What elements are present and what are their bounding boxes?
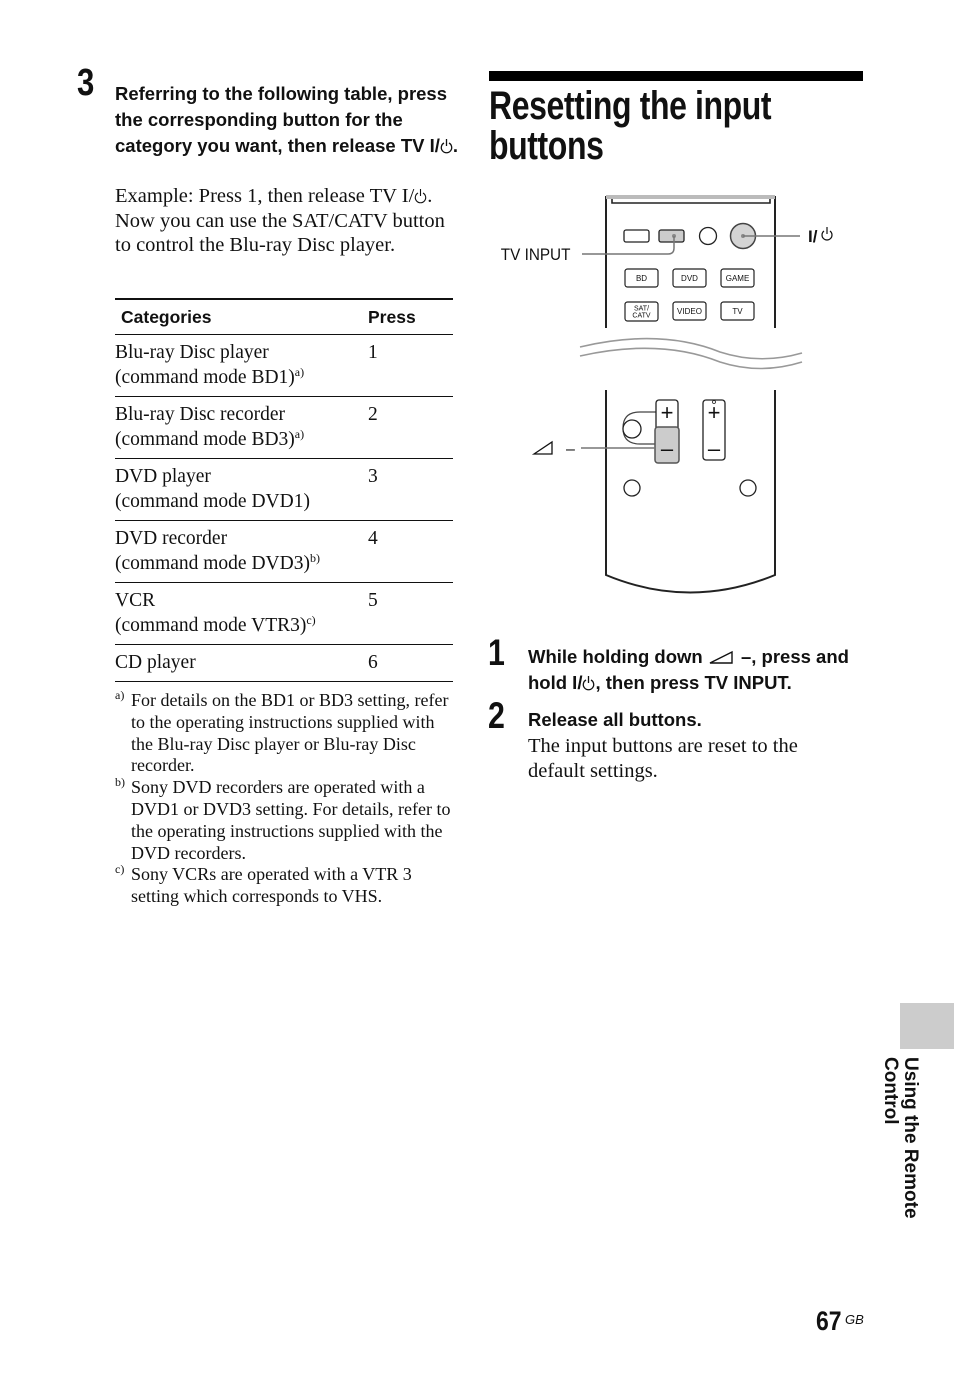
- minus-label: –: [661, 436, 674, 461]
- button-label: SAT/: [634, 306, 649, 313]
- footnote-mark: c): [115, 862, 125, 877]
- footnote: b) Sony DVD recorders are operated with a…: [115, 775, 455, 864]
- table-row: DVD recorder (command mode DVD3)b) 4: [115, 520, 453, 583]
- volume-icon: [531, 440, 553, 455]
- standby-icon: [821, 227, 833, 241]
- step-heading: Referring to the following table, press …: [115, 81, 460, 158]
- bd-button: BD: [624, 268, 659, 288]
- category-cell: DVD recorder (command mode DVD3)b): [115, 520, 368, 583]
- step-body: The input buttons are reset to the defau…: [528, 735, 798, 782]
- header-press: Press: [368, 298, 453, 335]
- volume-callout: –: [566, 441, 575, 458]
- button-label: DVD: [681, 274, 698, 283]
- category-name: Blu-ray Disc recorder: [115, 404, 286, 425]
- table-header-row: Categories Press: [115, 298, 453, 335]
- step-heading: Release all buttons.: [528, 709, 702, 730]
- press-cell: 1: [368, 334, 453, 397]
- minus-label: –: [708, 436, 721, 461]
- table-row: VCR (command mode VTR3)c) 5: [115, 582, 453, 645]
- footnote-text: Sony VCRs are operated with a VTR 3 sett…: [131, 864, 412, 907]
- plus-label: +: [708, 400, 721, 425]
- category-cell: VCR (command mode VTR3)c): [115, 582, 368, 645]
- footnote-ref: a): [294, 427, 305, 441]
- power-callout: I/: [808, 227, 818, 246]
- step-heading: While holding down –, press and hold I/,…: [528, 644, 873, 696]
- button-label: BD: [636, 274, 647, 283]
- footnote-mark: a): [115, 688, 125, 702]
- page-number: 67: [816, 1306, 842, 1336]
- video-button: VIDEO: [672, 301, 707, 321]
- press-cell: 6: [368, 644, 453, 682]
- footnote-ref: b): [309, 551, 320, 565]
- step-number: 2: [488, 695, 505, 736]
- remote-illustration: BD DVD GAME SAT/CATV VIDEO TV TV INPUT I/ + …: [501, 195, 833, 594]
- tv-button: TV: [720, 301, 755, 321]
- table-row: DVD player (command mode DVD1) 3: [115, 458, 453, 521]
- press-cell: 3: [368, 458, 453, 521]
- step-heading-end: .: [452, 134, 459, 156]
- remote-bottom: + – + –: [581, 390, 776, 594]
- category-name: DVD player: [115, 466, 211, 487]
- button-label: VIDEO: [677, 307, 702, 316]
- plus-label: +: [661, 400, 674, 425]
- button-label: CATV: [632, 313, 650, 320]
- step-number: 1: [488, 632, 505, 673]
- step-heading-text: While holding down: [528, 646, 708, 667]
- press-cell: 2: [368, 396, 453, 459]
- game-button: GAME: [720, 268, 755, 288]
- step-number: 3: [77, 62, 95, 104]
- category-cell: Blu-ray Disc recorder (command mode BD3)a…: [115, 396, 368, 459]
- press-cell: 4: [368, 520, 453, 583]
- standby-icon: [415, 189, 427, 204]
- standby-icon: [440, 138, 453, 153]
- footnote-ref: c): [306, 613, 316, 627]
- tv-input-callout: TV INPUT: [501, 245, 571, 264]
- tv-input-button: [658, 229, 685, 243]
- table-row: Blu-ray Disc player (command mode BD1)a) 1: [115, 334, 453, 397]
- section-tab-label: Using the Remote Control: [880, 1057, 921, 1219]
- button-label: GAME: [726, 274, 750, 283]
- break-wave: [579, 337, 803, 370]
- categories-table: Categories Press Blu-ray Disc player (com…: [115, 298, 453, 682]
- footnote-text: For details on the BD1 or BD3 setting, r…: [131, 690, 449, 776]
- button-label: TV: [732, 307, 743, 316]
- category-name: CD player: [115, 652, 196, 673]
- footnote-ref: a): [294, 365, 305, 379]
- standby-icon: [583, 676, 595, 691]
- step-body: Example: Press 1, then release TV I/. No…: [115, 184, 460, 258]
- footnote: c) Sony VCRs are operated with a VTR 3 se…: [115, 862, 455, 908]
- command-mode: (command mode BD1): [115, 367, 295, 388]
- sat-catv-button: SAT/CATV: [624, 301, 659, 322]
- round-button: [698, 226, 718, 246]
- table-row: CD player 6: [115, 644, 453, 682]
- section-tab: [900, 1003, 954, 1049]
- dvd-button: DVD: [672, 268, 707, 288]
- page-number-suffix: GB: [845, 1312, 864, 1327]
- footnote-mark: b): [115, 775, 125, 790]
- command-mode: (command mode BD3): [115, 429, 295, 450]
- remote-top: BD DVD GAME SAT/CATV VIDEO TV: [582, 195, 800, 328]
- footnote: a) For details on the BD1 or BD3 setting,…: [115, 688, 455, 777]
- category-cell: Blu-ray Disc player (command mode BD1)a): [115, 334, 368, 397]
- step-heading-text: , then press TV INPUT.: [595, 672, 792, 693]
- table-row: Blu-ray Disc recorder (command mode BD3)a…: [115, 396, 453, 459]
- command-mode: (command mode DVD1): [115, 491, 310, 512]
- header-categories: Categories: [115, 298, 368, 335]
- category-name: VCR: [115, 590, 156, 611]
- volume-icon: [709, 650, 733, 664]
- step-body-text: Example: Press 1, then release TV I/: [115, 185, 415, 207]
- category-cell: CD player: [115, 644, 368, 682]
- press-cell: 5: [368, 582, 453, 645]
- section-title: Resetting the input buttons: [489, 84, 772, 168]
- command-mode: (command mode VTR3): [115, 615, 307, 636]
- category-name: Blu-ray Disc player: [115, 342, 269, 363]
- step-heading-text: Referring to the following table, press …: [115, 83, 448, 156]
- blank-button: [623, 229, 650, 243]
- footnote-text: Sony DVD recorders are operated with a D…: [131, 777, 451, 863]
- footnotes: a) For details on the BD1 or BD3 setting,…: [115, 688, 455, 908]
- category-name: DVD recorder: [115, 528, 228, 549]
- category-cell: DVD player (command mode DVD1): [115, 458, 368, 521]
- command-mode: (command mode DVD3): [115, 553, 310, 574]
- title-rule: [489, 71, 863, 81]
